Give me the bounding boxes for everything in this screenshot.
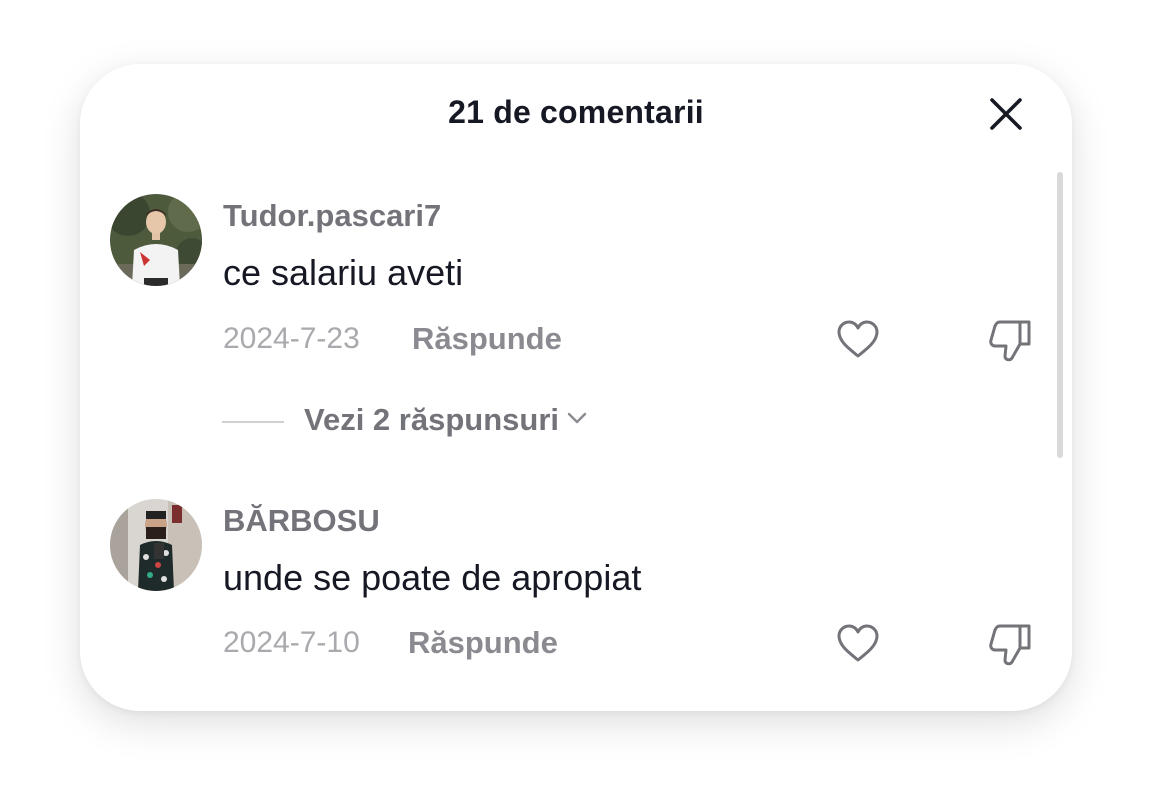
dislike-button[interactable] xyxy=(986,316,1034,364)
comment-text: unde se poate de apropiat xyxy=(223,557,642,598)
comment-username[interactable]: Tudor.pascari7 xyxy=(223,198,441,234)
thumbs-down-outline-icon xyxy=(989,320,1031,362)
reply-button[interactable]: Răspunde xyxy=(412,321,562,357)
comments-count-title: 21 de comentarii xyxy=(448,94,704,130)
comment-date: 2024-7-23 xyxy=(223,322,360,355)
avatar[interactable] xyxy=(110,194,202,286)
avatar[interactable] xyxy=(110,499,202,591)
comment-text: ce salariu aveti xyxy=(223,252,464,293)
like-button[interactable] xyxy=(834,316,882,364)
replies-divider xyxy=(222,421,284,423)
view-replies-label: Vezi 2 răspunsuri xyxy=(304,402,559,437)
reply-button[interactable]: Răspunde xyxy=(408,625,558,661)
heart-outline-icon xyxy=(837,624,879,662)
heart-outline-icon xyxy=(837,320,879,358)
scrollbar[interactable] xyxy=(1057,172,1063,458)
comment-date: 2024-7-10 xyxy=(223,626,360,659)
comment-username[interactable]: BĂRBOSU xyxy=(223,503,380,539)
like-button[interactable] xyxy=(834,620,882,668)
chevron-down-icon xyxy=(565,402,589,438)
close-icon xyxy=(990,98,1022,130)
view-replies-button[interactable]: Vezi 2 răspunsuri xyxy=(304,402,589,438)
dislike-button[interactable] xyxy=(986,620,1034,668)
comments-panel: 21 de comentarii Tudor.pascari7 ce salar… xyxy=(80,64,1072,711)
thumbs-down-outline-icon xyxy=(989,624,1031,666)
close-button[interactable] xyxy=(984,92,1028,136)
